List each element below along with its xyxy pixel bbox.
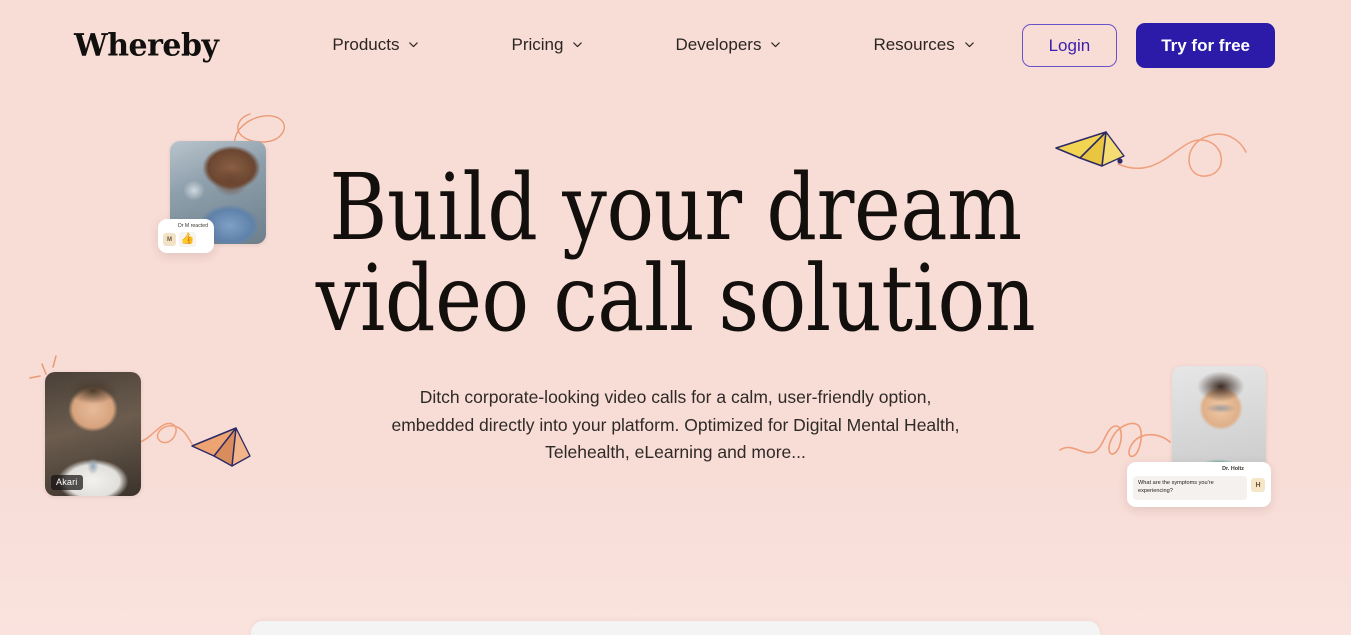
header-actions: Login Try for free — [1021, 22, 1275, 68]
chat-card: Dr. Holtz What are the symptoms you're e… — [1127, 462, 1271, 508]
landing-page: Whereby Products Pricing Developers Reso… — [0, 0, 1351, 635]
nav-item-resources[interactable]: Resources — [851, 25, 996, 65]
page-title: Build your dream video call solution — [95, 154, 1257, 353]
brand-logo[interactable]: Whereby — [74, 27, 219, 63]
video-tile-bottom-left[interactable]: Akari — [45, 372, 141, 496]
site-header: Whereby Products Pricing Developers Reso… — [0, 0, 1351, 90]
bottom-content-panel — [251, 621, 1100, 635]
chevron-down-icon — [964, 39, 975, 50]
chat-message: What are the symptoms you're experiencin… — [1133, 476, 1247, 501]
nav-item-products[interactable]: Products — [310, 25, 441, 65]
title-line-2: video call solution — [315, 245, 1036, 353]
chevron-down-icon — [572, 39, 583, 50]
reaction-card: Dr M reacted M 👍 — [158, 219, 214, 254]
nav-item-pricing[interactable]: Pricing — [489, 25, 605, 65]
title-line-1: Build your dream — [329, 154, 1022, 261]
chevron-down-icon — [770, 39, 781, 50]
nav-label: Resources — [873, 35, 955, 54]
reaction-row: M 👍 — [163, 232, 209, 248]
chat-row: What are the symptoms you're experiencin… — [1133, 476, 1265, 501]
thumbs-up-icon[interactable]: 👍 — [179, 232, 196, 248]
participant-name-badge: Akari — [51, 475, 83, 490]
nav-item-developers[interactable]: Developers — [653, 25, 803, 65]
chat-sender-name: Dr. Holtz — [1222, 466, 1244, 472]
nav-label: Pricing — [511, 35, 564, 54]
try-for-free-button[interactable]: Try for free — [1136, 22, 1275, 68]
login-button[interactable]: Login — [1021, 23, 1118, 67]
main-navigation: Products Pricing Developers Resources — [310, 25, 996, 65]
chevron-down-icon — [408, 39, 419, 50]
nav-label: Developers — [675, 35, 762, 54]
nav-label: Products — [332, 35, 400, 54]
avatar: M — [163, 233, 176, 247]
avatar: H — [1251, 478, 1265, 493]
video-thumbnail-image: Akari — [45, 372, 141, 496]
hero-subtitle: Ditch corporate-looking video calls for … — [391, 387, 960, 463]
reaction-label: Dr M reacted — [178, 223, 208, 229]
